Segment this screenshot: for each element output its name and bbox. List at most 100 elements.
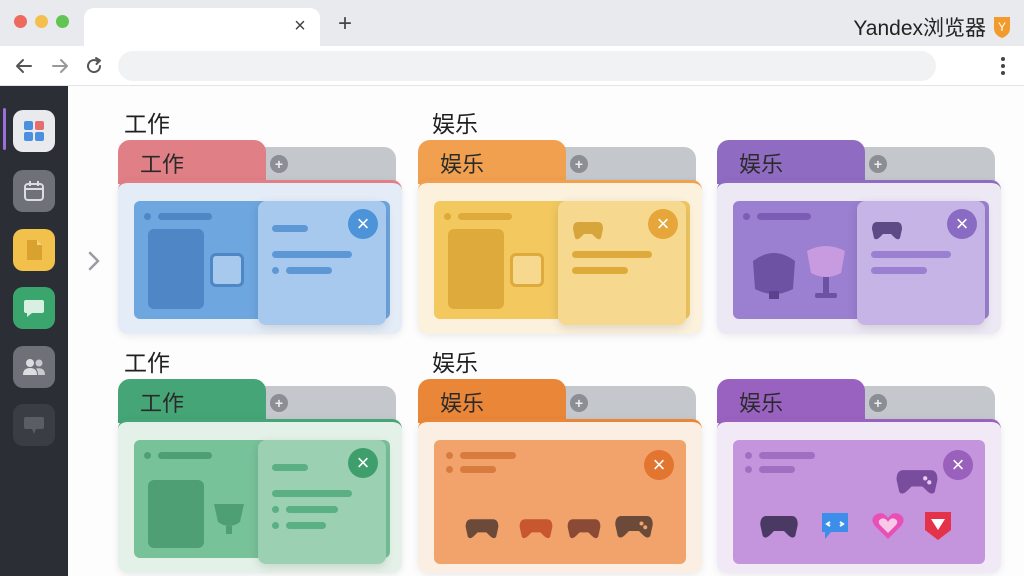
- thumb-dot: [444, 213, 451, 220]
- tab-group-card[interactable]: + 娱乐 ×: [418, 140, 702, 334]
- cup-icon: [214, 504, 244, 534]
- arrow-right-icon[interactable]: [48, 54, 72, 78]
- sidebar-item-calendar[interactable]: [13, 170, 55, 212]
- group-preview: ×: [717, 180, 1001, 334]
- sidebar-item-notes[interactable]: [13, 229, 55, 271]
- browser-tab[interactable]: ×: [84, 8, 320, 46]
- thumb-line: [458, 213, 512, 220]
- sidebar-item-messenger[interactable]: [13, 287, 55, 329]
- gamepad-icon: [615, 516, 653, 538]
- close-group-button[interactable]: ×: [348, 209, 378, 239]
- thumb-line: [286, 506, 338, 513]
- page-thumbnail: ×: [733, 440, 985, 564]
- group-tab[interactable]: 工作: [118, 140, 266, 184]
- yandex-shield-icon: Y: [994, 17, 1010, 38]
- group-title: 娱乐: [432, 111, 478, 137]
- device-icon: [448, 229, 504, 309]
- thumb-dot: [745, 452, 752, 459]
- thumb-line: [572, 251, 652, 258]
- thumb-line: [286, 522, 326, 529]
- close-window-button[interactable]: [14, 15, 27, 28]
- new-tab-button[interactable]: +: [334, 12, 356, 36]
- lamp-icon: [807, 246, 845, 298]
- vertical-dots-icon[interactable]: [1000, 55, 1006, 77]
- tab-strip: × + Yandex浏览器 Y: [0, 0, 1024, 46]
- thumb-line: [272, 251, 352, 258]
- thumb-dot: [272, 506, 279, 513]
- tab-group-card[interactable]: + 工作 ×: [118, 379, 402, 573]
- chat-icon: [24, 300, 44, 317]
- add-icon: +: [570, 155, 588, 173]
- thumb-line: [871, 251, 951, 258]
- group-tab-label: 娱乐: [440, 152, 485, 177]
- gamepad-icon: [519, 519, 553, 539]
- thumb-line: [158, 213, 212, 220]
- zoom-window-button[interactable]: [56, 15, 69, 28]
- thumb-line: [759, 466, 795, 473]
- sidebar-item-feedback[interactable]: [13, 404, 55, 446]
- sidebar-item-tab-groups[interactable]: [13, 110, 55, 152]
- group-preview: ×: [118, 180, 402, 334]
- thumb-dot: [745, 466, 752, 473]
- group-preview: ×: [717, 419, 1001, 573]
- close-group-button[interactable]: ×: [644, 450, 674, 480]
- tab-group-card[interactable]: + 娱乐 ×: [418, 379, 702, 573]
- minimize-window-button[interactable]: [35, 15, 48, 28]
- thumb-line: [871, 267, 927, 274]
- device-icon: [148, 229, 204, 309]
- toolbar: [0, 46, 1024, 86]
- group-tab[interactable]: 工作: [118, 379, 266, 423]
- thumb-dot: [144, 452, 151, 459]
- group-title: 娱乐: [432, 350, 478, 376]
- group-tab[interactable]: 娱乐: [717, 379, 865, 423]
- thumb-line: [759, 452, 815, 459]
- gamepad-icon: [573, 222, 603, 240]
- arrow-left-icon[interactable]: [12, 54, 36, 78]
- shield-badge-icon: [925, 512, 951, 540]
- monitor-icon: [210, 253, 244, 287]
- add-icon: +: [869, 394, 887, 412]
- sidebar-active-indicator: [3, 108, 6, 150]
- thumb-line: [460, 452, 516, 459]
- speech-icon: [24, 417, 44, 434]
- page-thumbnail: ×: [258, 440, 386, 564]
- add-icon: +: [270, 394, 288, 412]
- close-group-button[interactable]: ×: [348, 448, 378, 478]
- thumb-dot: [272, 267, 279, 274]
- device-icon: [148, 480, 204, 548]
- page-thumbnail: ×: [857, 201, 985, 325]
- tab-groups-page: 工作 娱乐 工作 娱乐 + 工作 × + 娱乐 × + 娱乐 × + 工作 × …: [68, 86, 1024, 576]
- thumb-dot: [743, 213, 750, 220]
- group-preview: ×: [418, 419, 702, 573]
- group-title: 工作: [124, 111, 170, 137]
- chevron-right-icon[interactable]: [86, 250, 102, 272]
- group-tab-label: 娱乐: [440, 391, 485, 416]
- thumb-line: [272, 464, 308, 471]
- close-group-button[interactable]: ×: [943, 450, 973, 480]
- group-tab-label: 娱乐: [739, 152, 784, 177]
- group-tab[interactable]: 娱乐: [418, 140, 566, 184]
- game-chat-icon: [822, 513, 848, 539]
- heart-icon: [872, 513, 904, 539]
- gamepad-icon: [896, 470, 938, 494]
- group-tab[interactable]: 娱乐: [418, 379, 566, 423]
- group-preview: ×: [118, 419, 402, 573]
- gamepad-icon: [465, 519, 499, 539]
- close-tab-button[interactable]: ×: [290, 16, 310, 36]
- close-group-button[interactable]: ×: [648, 209, 678, 239]
- address-bar[interactable]: [118, 51, 936, 81]
- tab-group-card[interactable]: + 娱乐 ×: [717, 379, 1001, 573]
- close-group-button[interactable]: ×: [947, 209, 977, 239]
- thumb-dot: [144, 213, 151, 220]
- group-tab-label: 工作: [140, 391, 185, 416]
- thumb-line: [286, 267, 332, 274]
- reload-icon[interactable]: [82, 54, 106, 78]
- group-tab[interactable]: 娱乐: [717, 140, 865, 184]
- tab-group-card[interactable]: + 娱乐 ×: [717, 140, 1001, 334]
- add-icon: +: [270, 155, 288, 173]
- thumb-dot: [272, 522, 279, 529]
- thumb-line: [272, 225, 308, 232]
- tab-group-card[interactable]: + 工作 ×: [118, 140, 402, 334]
- thumb-line: [460, 466, 496, 473]
- sidebar-item-contacts[interactable]: [13, 346, 55, 388]
